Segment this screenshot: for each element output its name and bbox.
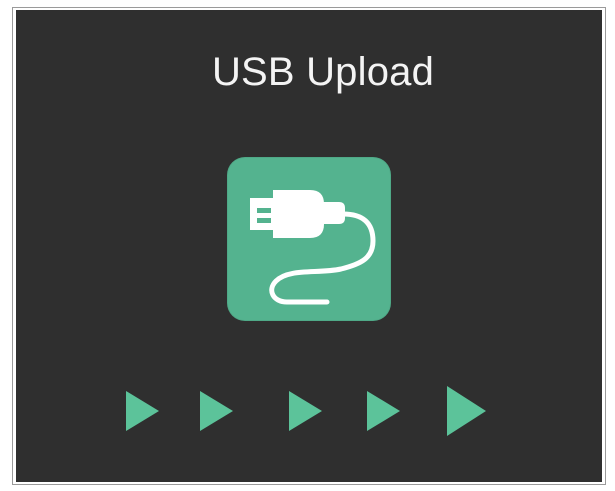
progress-arrow-2 — [200, 391, 233, 431]
progress-arrow-1 — [126, 391, 159, 431]
usb-cable-icon — [250, 190, 376, 305]
usb-upload-icon-tile — [227, 157, 391, 321]
progress-arrow-5 — [447, 386, 486, 436]
progress-arrow-3 — [289, 391, 322, 431]
screen-title: USB Upload — [211, 50, 435, 94]
progress-arrow-4 — [367, 391, 400, 431]
usb-upload-screen: USB Upload — [16, 10, 602, 482]
